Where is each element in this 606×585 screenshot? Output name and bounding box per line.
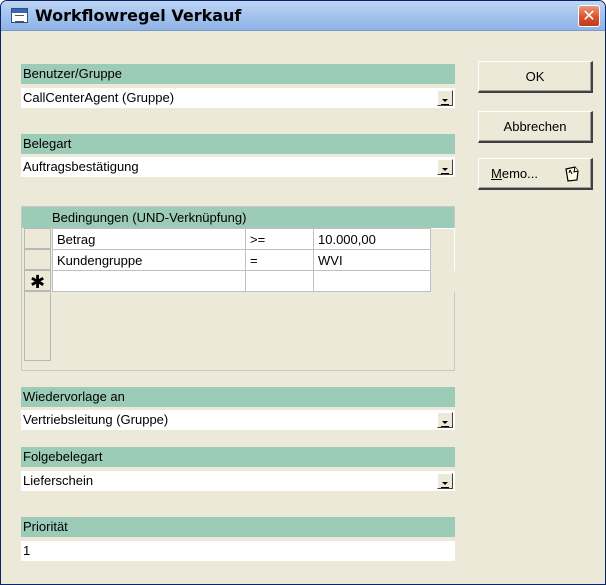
doc-type-label: Belegart <box>21 134 455 154</box>
condition-field[interactable] <box>52 270 246 292</box>
grid-filler <box>430 249 455 271</box>
condition-value[interactable]: 10.000,00 <box>313 228 431 250</box>
condition-operator[interactable] <box>245 270 314 292</box>
condition-operator[interactable]: >= <box>245 228 314 250</box>
title-bar[interactable]: Workflowregel Verkauf ✕ <box>1 1 605 31</box>
dialog-window: Workflowregel Verkauf ✕ Benutzer/Gruppe … <box>0 0 606 585</box>
condition-operator[interactable]: = <box>245 249 314 271</box>
ok-button[interactable]: OK <box>478 61 593 93</box>
row-selector-blank <box>24 291 51 361</box>
resubmit-value: Vertriebsleitung (Gruppe) <box>23 412 169 427</box>
grid-filler <box>430 270 455 292</box>
dropdown-arrow-icon[interactable] <box>437 473 453 489</box>
row-selector[interactable] <box>24 228 51 249</box>
priority-label: Priorität <box>21 517 455 537</box>
dropdown-arrow-icon[interactable] <box>437 90 453 106</box>
conditions-table: Betrag >= 10.000,00 Kundengruppe = WVI <box>52 228 455 292</box>
priority-input[interactable]: 1 <box>21 541 455 561</box>
grid-filler <box>430 228 455 250</box>
conditions-title: Bedingungen (UND-Verknüpfung) <box>52 210 247 225</box>
cancel-button[interactable]: Abbrechen <box>478 111 593 143</box>
condition-field[interactable]: Kundengruppe <box>52 249 246 271</box>
table-row-new[interactable] <box>52 270 455 292</box>
memo-label: emo... <box>501 166 538 181</box>
resubmit-combobox[interactable]: Vertriebsleitung (Gruppe) <box>21 410 455 430</box>
new-row-icon[interactable]: ✱ <box>24 270 51 292</box>
condition-field[interactable]: Betrag <box>52 228 246 250</box>
memo-note-icon <box>565 166 579 182</box>
dropdown-arrow-icon[interactable] <box>437 412 453 428</box>
table-row[interactable]: Kundengruppe = WVI <box>52 249 455 271</box>
followup-value: Lieferschein <box>23 473 94 488</box>
doc-type-combobox[interactable]: Auftragsbestätigung <box>21 157 455 177</box>
close-icon[interactable]: ✕ <box>578 5 600 27</box>
followup-combobox[interactable]: Lieferschein <box>21 471 455 491</box>
dropdown-arrow-icon[interactable] <box>437 159 453 175</box>
conditions-grid[interactable]: Bedingungen (UND-Verknüpfung) ✱ Betrag >… <box>21 206 455 371</box>
window-title: Workflowregel Verkauf <box>35 6 242 25</box>
memo-accesskey: M <box>491 166 502 181</box>
followup-label: Folgebelegart <box>21 447 455 467</box>
condition-value[interactable]: WVI <box>313 249 431 271</box>
table-row[interactable]: Betrag >= 10.000,00 <box>52 228 455 250</box>
resubmit-label: Wiedervorlage an <box>21 387 455 407</box>
user-group-value: CallCenterAgent (Gruppe) <box>23 90 175 105</box>
app-icon <box>11 8 28 23</box>
condition-value[interactable] <box>313 270 431 292</box>
row-selector[interactable] <box>24 249 51 270</box>
doc-type-value: Auftragsbestätigung <box>23 159 139 174</box>
user-group-combobox[interactable]: CallCenterAgent (Gruppe) <box>21 88 455 108</box>
user-group-label: Benutzer/Gruppe <box>21 64 455 84</box>
priority-value: 1 <box>23 543 31 558</box>
conditions-header: Bedingungen (UND-Verknüpfung) <box>22 207 454 228</box>
memo-button[interactable]: Memo... <box>478 158 593 190</box>
